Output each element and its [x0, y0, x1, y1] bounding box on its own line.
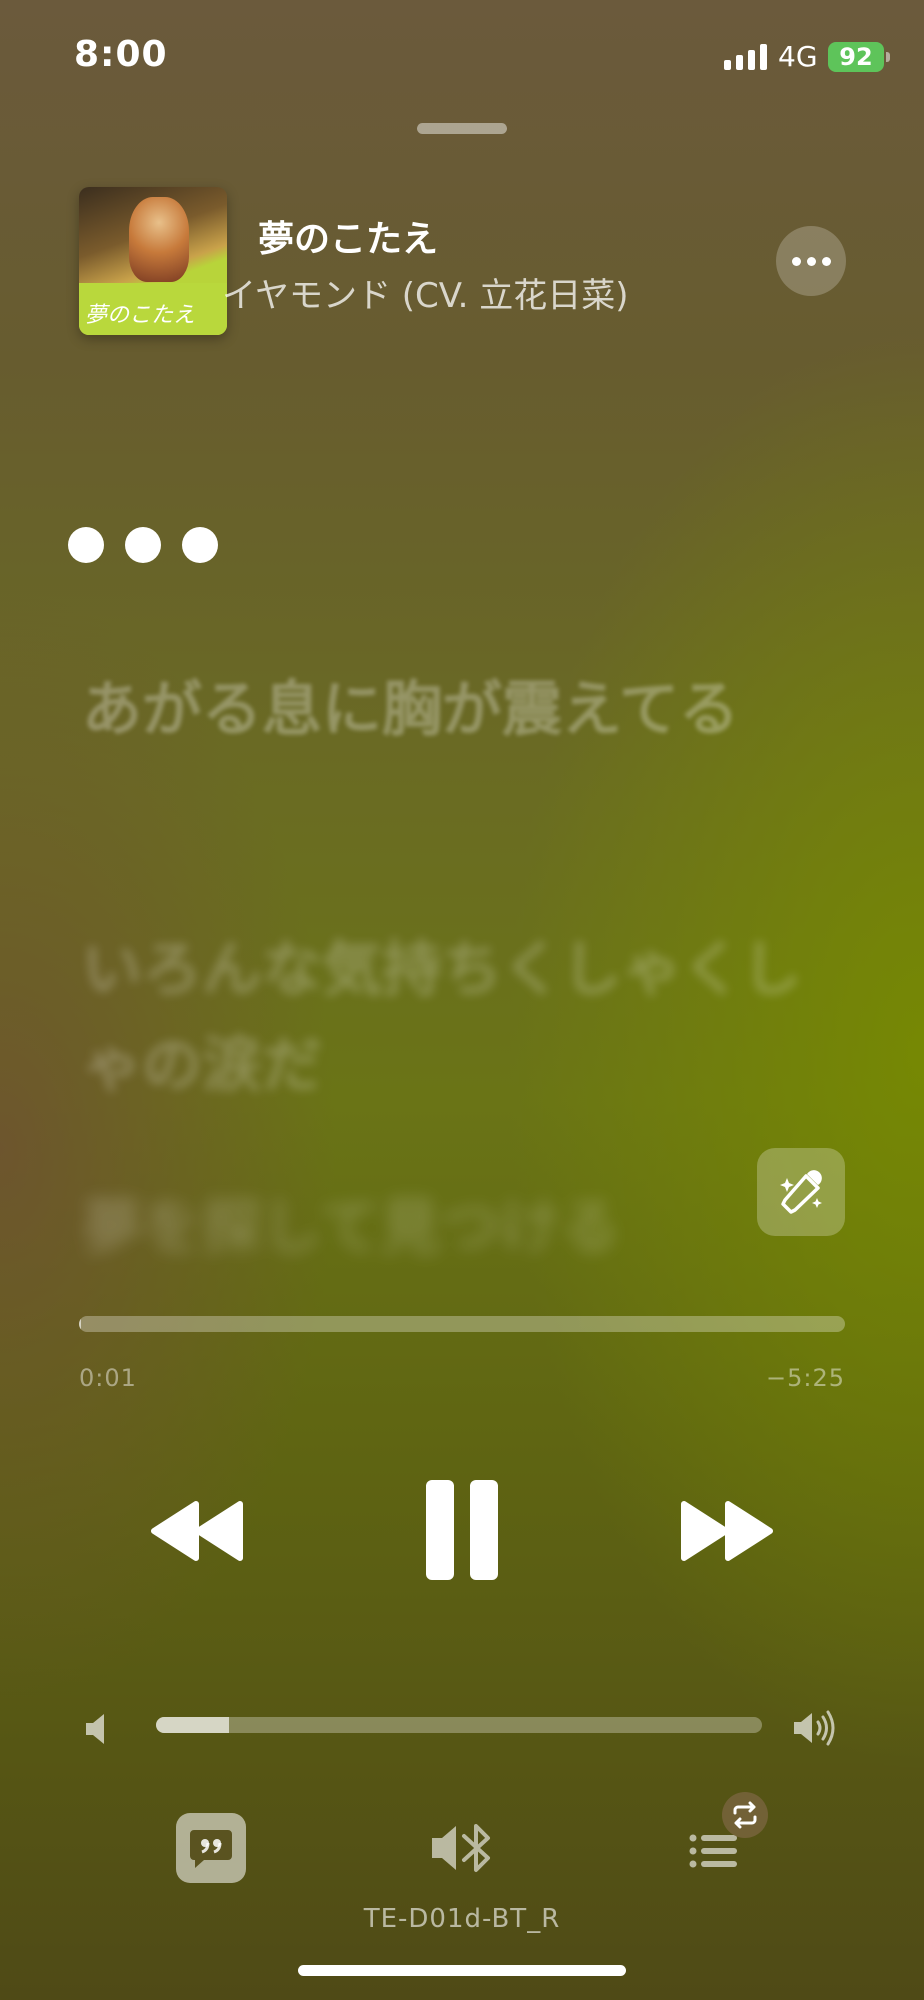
elapsed-time: 0:01	[79, 1364, 137, 1392]
repeat-badge[interactable]	[722, 1792, 768, 1838]
artwork-title: 夢のこたえ	[85, 303, 196, 328]
ellipsis-icon	[791, 256, 831, 266]
output-device-name: TE-D01d-BT_R	[363, 1904, 561, 1934]
fast-forward-icon	[681, 1501, 773, 1561]
bluetooth-speaker-icon	[432, 1824, 490, 1872]
battery-level: 92	[839, 43, 873, 71]
speaker-high-icon	[794, 1710, 835, 1746]
artwork-figure	[129, 197, 189, 282]
network-type: 4G	[778, 40, 818, 73]
output-device-button[interactable]	[430, 1818, 500, 1878]
fast-forward-button[interactable]	[676, 1500, 776, 1562]
sing-button[interactable]	[757, 1148, 845, 1236]
lyric-line[interactable]: いろんな気持ちくしゃくしゃの涙だ	[82, 922, 802, 1114]
lyrics-quote-icon	[190, 1830, 232, 1868]
cellular-signal-icon	[724, 44, 768, 70]
scrubber-fill	[79, 1316, 82, 1332]
battery-icon: 92	[828, 42, 884, 72]
volume-slider[interactable]	[156, 1717, 762, 1733]
status-time: 8:00	[74, 34, 168, 75]
lyrics-interlude-dots	[68, 527, 218, 563]
remaining-time: −5:25	[765, 1364, 845, 1392]
more-options-button[interactable]	[776, 226, 846, 296]
lyric-line[interactable]: あがる息に胸が震えてる	[82, 662, 802, 758]
album-artwork[interactable]: 夢のこたえ	[79, 187, 227, 335]
repeat-icon	[733, 1801, 757, 1829]
pause-button[interactable]	[424, 1480, 500, 1580]
playback-scrubber[interactable]	[79, 1316, 845, 1332]
artist-name[interactable]: イヤモンド (CV. 立花日菜)	[222, 268, 629, 317]
lyrics-button[interactable]	[176, 1813, 246, 1883]
microphone-sparkle-icon	[780, 1170, 822, 1214]
lyric-line[interactable]: 夢を探して見つける	[82, 1180, 802, 1276]
battery-tip	[886, 52, 890, 62]
song-title[interactable]: 夢のこたえ	[258, 210, 438, 262]
sheet-grabber[interactable]	[417, 123, 507, 134]
rewind-icon	[151, 1501, 243, 1561]
rewind-button[interactable]	[148, 1500, 248, 1562]
volume-fill	[156, 1717, 229, 1733]
speaker-low-icon	[86, 1714, 104, 1744]
home-indicator[interactable]	[298, 1965, 626, 1976]
